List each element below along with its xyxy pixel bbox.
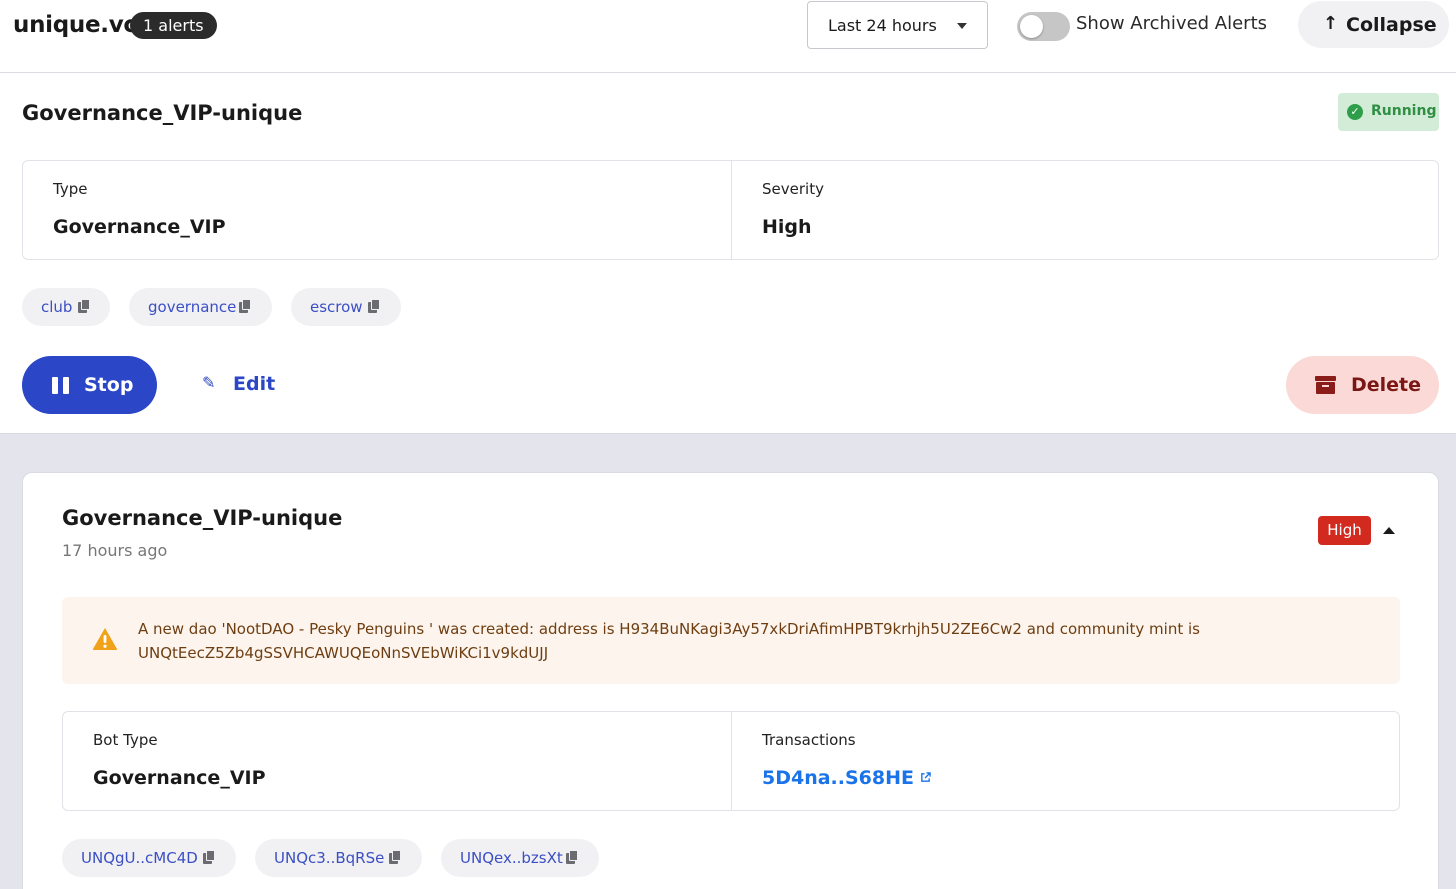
- copy-icon[interactable]: [239, 299, 251, 313]
- transactions-label: Transactions: [762, 731, 856, 749]
- type-cell: Type Governance_VIP: [23, 161, 731, 259]
- edit-button[interactable]: ✎ Edit: [195, 364, 285, 406]
- severity-cell: Severity High: [731, 161, 1438, 259]
- copy-icon[interactable]: [203, 850, 215, 864]
- tag-label: escrow: [310, 298, 363, 316]
- copy-icon[interactable]: [389, 850, 401, 864]
- severity-label: Severity: [762, 180, 824, 198]
- address-label: UNQc3..BqRSe: [274, 849, 385, 867]
- caret-down-icon: [957, 23, 967, 29]
- collapse-label: Collapse: [1346, 14, 1437, 36]
- stop-button[interactable]: Stop: [22, 356, 157, 414]
- tag-chip-governance[interactable]: governance: [129, 288, 272, 326]
- address-label: UNQex..bzsXt: [460, 849, 563, 867]
- bot-type-label: Bot Type: [93, 731, 158, 749]
- bot-type-cell: Bot Type Governance_VIP: [63, 712, 731, 810]
- address-chip[interactable]: UNQex..bzsXt: [441, 839, 599, 877]
- address-label: UNQgU..cMC4D: [81, 849, 198, 867]
- copy-icon[interactable]: [78, 299, 90, 313]
- arrow-up-icon: ↑: [1323, 13, 1339, 34]
- alerts-area: Governance_VIP-unique 17 hours ago High …: [0, 434, 1456, 889]
- alerts-count-badge: 1 alerts: [130, 12, 217, 39]
- tag-chip-escrow[interactable]: escrow: [291, 288, 401, 326]
- time-range-value: Last 24 hours: [828, 16, 937, 35]
- show-archived-label: Show Archived Alerts: [1076, 13, 1268, 34]
- bot-title: Governance_VIP-unique: [22, 101, 303, 125]
- chevron-up-icon[interactable]: [1383, 527, 1395, 534]
- brand-name: unique.vc: [13, 12, 137, 38]
- tag-label: club: [41, 298, 73, 316]
- delete-button[interactable]: Delete: [1286, 356, 1439, 414]
- alert-card: Governance_VIP-unique 17 hours ago High …: [22, 472, 1439, 889]
- tag-chip-club[interactable]: club: [22, 288, 110, 326]
- bot-info-box: Type Governance_VIP Severity High: [22, 160, 1439, 260]
- external-link-icon: [921, 772, 931, 782]
- severity-value: High: [762, 216, 812, 238]
- copy-icon[interactable]: [566, 850, 578, 864]
- show-archived-toggle[interactable]: [1017, 12, 1070, 41]
- collapse-button[interactable]: ↑ Collapse: [1298, 1, 1449, 48]
- alert-title: Governance_VIP-unique: [62, 506, 343, 530]
- bot-section: Governance_VIP-unique ✓ Running Type Gov…: [0, 74, 1456, 434]
- alert-info-box: Bot Type Governance_VIP Transactions 5D4…: [62, 711, 1400, 811]
- type-label: Type: [53, 180, 88, 198]
- tag-label: governance: [148, 298, 237, 316]
- delete-label: Delete: [1351, 374, 1422, 396]
- time-range-select[interactable]: Last 24 hours: [807, 1, 988, 49]
- archive-box-icon: [1315, 376, 1336, 394]
- pause-icon: [52, 377, 70, 394]
- transaction-link-row: 5D4na..S68HE: [762, 767, 931, 789]
- warning-icon: [92, 628, 118, 650]
- alert-message: A new dao 'NootDAO - Pesky Penguins ' wa…: [138, 620, 1200, 662]
- pencil-icon: ✎: [202, 373, 216, 392]
- stop-label: Stop: [84, 374, 134, 396]
- alert-timestamp: 17 hours ago: [62, 541, 168, 560]
- address-chip[interactable]: UNQc3..BqRSe: [255, 839, 422, 877]
- transaction-link[interactable]: 5D4na..S68HE: [762, 767, 931, 789]
- transaction-hash: 5D4na..S68HE: [762, 767, 914, 789]
- copy-icon[interactable]: [368, 299, 380, 313]
- severity-badge: High: [1318, 516, 1371, 545]
- bot-type-value: Governance_VIP: [93, 767, 266, 789]
- alert-message-box: A new dao 'NootDAO - Pesky Penguins ' wa…: [62, 597, 1400, 684]
- edit-label: Edit: [233, 373, 276, 395]
- address-chip[interactable]: UNQgU..cMC4D: [62, 839, 236, 877]
- top-bar: unique.vc 1 alerts Last 24 hours Show Ar…: [0, 0, 1456, 73]
- toggle-knob: [1020, 15, 1043, 38]
- type-value: Governance_VIP: [53, 216, 226, 238]
- status-label: Running: [1371, 103, 1437, 119]
- transactions-cell: Transactions 5D4na..S68HE: [731, 712, 1399, 810]
- check-circle-icon: ✓: [1347, 104, 1363, 120]
- status-badge: ✓ Running: [1338, 93, 1439, 131]
